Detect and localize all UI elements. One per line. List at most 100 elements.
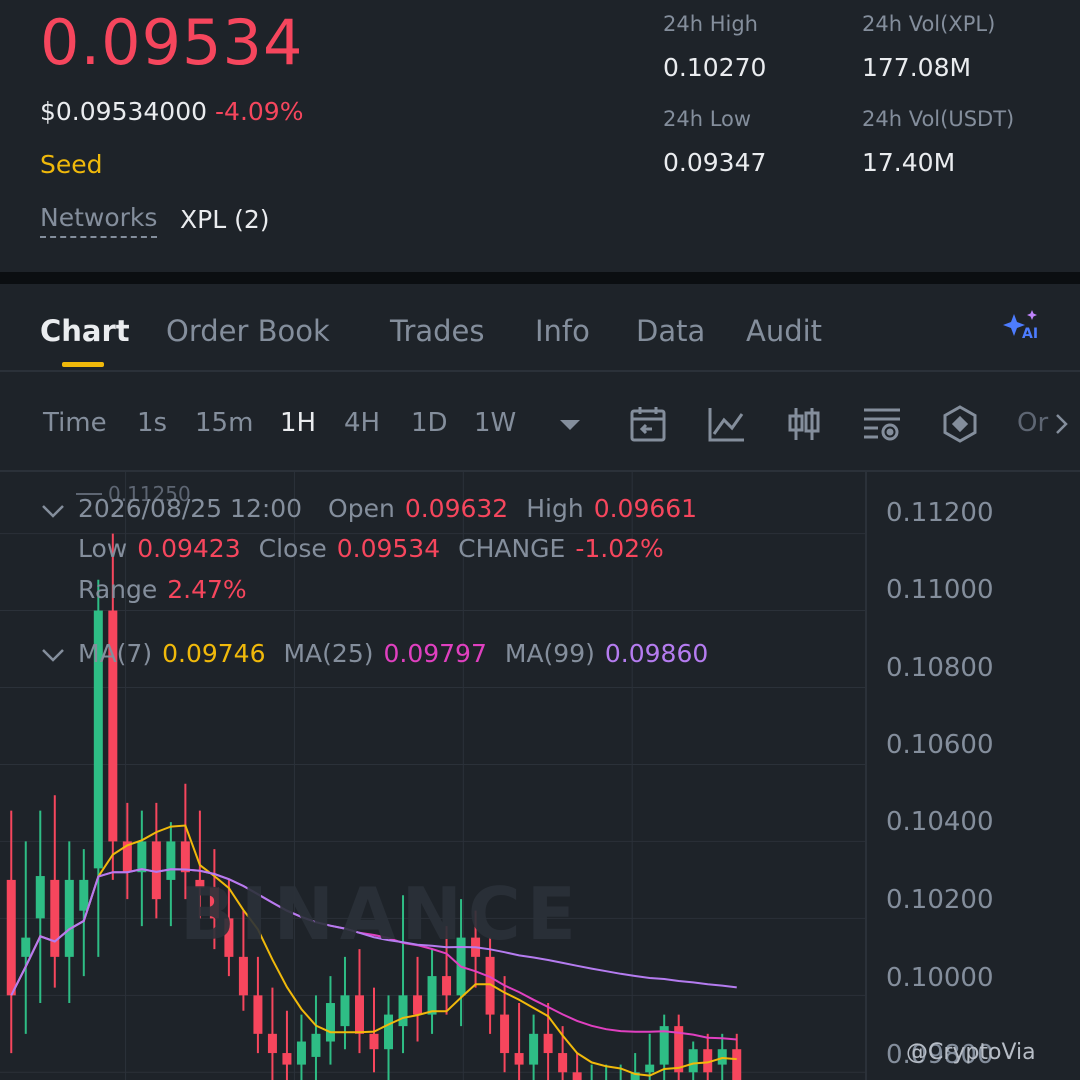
y-tick: 0.11000 [886,575,994,605]
candle-up[interactable] [529,1033,539,1065]
candle-up[interactable] [311,1033,321,1057]
watermark-credit: @CryptoVia [906,1040,1036,1065]
ohlc-low: 0.09423 [137,534,241,563]
calendar-icon[interactable] [628,404,668,444]
y-tick: 0.10400 [886,807,994,837]
interval-1h[interactable]: 1H [280,408,316,438]
candle-down[interactable] [442,976,452,996]
candle-down[interactable] [282,1053,292,1065]
candle-up[interactable] [137,841,147,873]
caret-down-icon[interactable] [552,414,588,434]
candle-up[interactable] [35,876,45,919]
tab-audit[interactable]: Audit [746,314,822,348]
chevron-right-icon[interactable] [1052,412,1072,436]
interval-4h[interactable]: 4H [344,408,380,438]
candle-up[interactable] [384,1014,394,1050]
candle-down[interactable] [267,1033,277,1054]
tab-info[interactable]: Info [535,314,590,348]
interval-1w[interactable]: 1W [474,408,516,438]
candle-up[interactable] [325,1003,335,1042]
candle-down[interactable] [50,879,60,957]
ohlc-datetime: 2026/08/25 12:00 [78,494,303,523]
more-options-label[interactable]: Or [1017,408,1048,438]
candle-up[interactable] [79,879,89,911]
candle-down[interactable] [6,879,16,996]
candle-up[interactable] [717,1049,727,1065]
ma-row: MA(7) 0.09746 MA(25) 0.09797 MA(99) 0.09860 [78,639,726,668]
ticker-header: 0.09534 $0.09534000 -4.09% Seed Networks … [0,0,1080,272]
candle-down[interactable] [732,1049,742,1080]
indicator-settings-icon[interactable] [862,404,902,444]
y-tick: 0.10600 [886,730,994,760]
ohlc-change: -1.02% [575,534,664,563]
candle-down[interactable] [514,1053,524,1065]
ohlc-close: 0.09534 [336,534,441,563]
vol-xpl-value: 177.08M [862,53,972,82]
vol-usdt-label: 24h Vol(USDT) [862,107,1015,131]
price-usd-row: $0.09534000 -4.09% [40,97,303,126]
candle-down[interactable] [238,956,248,996]
tab-data[interactable]: Data [636,314,705,348]
candle-down[interactable] [500,1014,510,1054]
ma99-label: MA(99) [504,639,595,668]
binance-watermark: BINANCE [180,872,582,956]
tab-bar: Chart Order Book Trades Info Data Audit … [0,284,1080,372]
ohlc-high-label: High [526,494,584,523]
candle-up[interactable] [296,1041,306,1065]
candle-up[interactable] [64,879,74,957]
section-divider [0,272,1080,284]
candle-down[interactable] [354,995,364,1034]
ohlc-high: 0.09661 [593,494,698,523]
interval-time[interactable]: Time [43,408,107,438]
line-chart-icon[interactable] [706,404,746,444]
candle-up[interactable] [340,995,350,1027]
candle-up[interactable] [21,937,31,957]
ohlc-open: 0.09632 [404,494,509,523]
networks-value[interactable]: XPL (2) [180,205,270,234]
vol-xpl-label: 24h Vol(XPL) [862,12,996,36]
chevron-down-icon[interactable] [40,642,66,668]
candle-down[interactable] [543,1033,553,1054]
interval-1d[interactable]: 1D [411,408,448,438]
candle-up[interactable] [645,1064,655,1073]
interval-15m[interactable]: 15m [195,408,253,438]
ma99-value: 0.09860 [604,639,709,668]
candle-up[interactable] [688,1049,698,1073]
candlestick-chart[interactable]: BINANCE 0.11200 0.11000 0.10800 0.10600 … [0,472,1080,1080]
candle-down[interactable] [369,1033,379,1050]
chevron-down-icon[interactable] [40,498,66,524]
candle-up[interactable] [166,841,176,880]
ohlc-range-label: Range [78,575,158,604]
candle-down[interactable] [253,995,263,1034]
low-label: 24h Low [663,107,752,131]
tab-chart[interactable]: Chart [40,314,130,348]
active-tab-indicator [62,362,104,367]
hexagon-settings-icon[interactable] [940,404,980,444]
interval-1s[interactable]: 1s [137,408,167,438]
ohlc-open-label: Open [328,494,395,523]
seed-tag[interactable]: Seed [40,150,103,179]
y-tick: 0.10200 [886,885,994,915]
candle-down[interactable] [558,1053,568,1073]
high-value: 0.10270 [663,53,767,82]
candlestick-icon[interactable] [784,404,824,444]
ma7-label: MA(7) [78,639,153,668]
ohlc-row-1: 2026/08/25 12:00 Open 0.09632 High 0.09661 [78,494,715,523]
candle-up[interactable] [427,976,437,1015]
candle-down[interactable] [413,995,423,1015]
ma25-label: MA(25) [283,639,374,668]
y-tick: 0.10800 [886,653,994,683]
tab-trades[interactable]: Trades [390,314,485,348]
ohlc-range: 2.47% [167,575,247,604]
candle-up[interactable] [398,995,408,1027]
last-price: 0.09534 [40,6,304,79]
vol-usdt-value: 17.40M [862,148,956,177]
high-label: 24h High [663,12,758,36]
ai-sparkle-icon[interactable]: AI [1002,308,1046,344]
y-tick: 0.11200 [886,498,994,528]
tab-order-book[interactable]: Order Book [166,314,330,348]
candle-down[interactable] [572,1072,582,1080]
candle-down[interactable] [180,841,190,873]
price-usd: $0.09534000 [40,97,208,126]
networks-label[interactable]: Networks [40,203,158,238]
